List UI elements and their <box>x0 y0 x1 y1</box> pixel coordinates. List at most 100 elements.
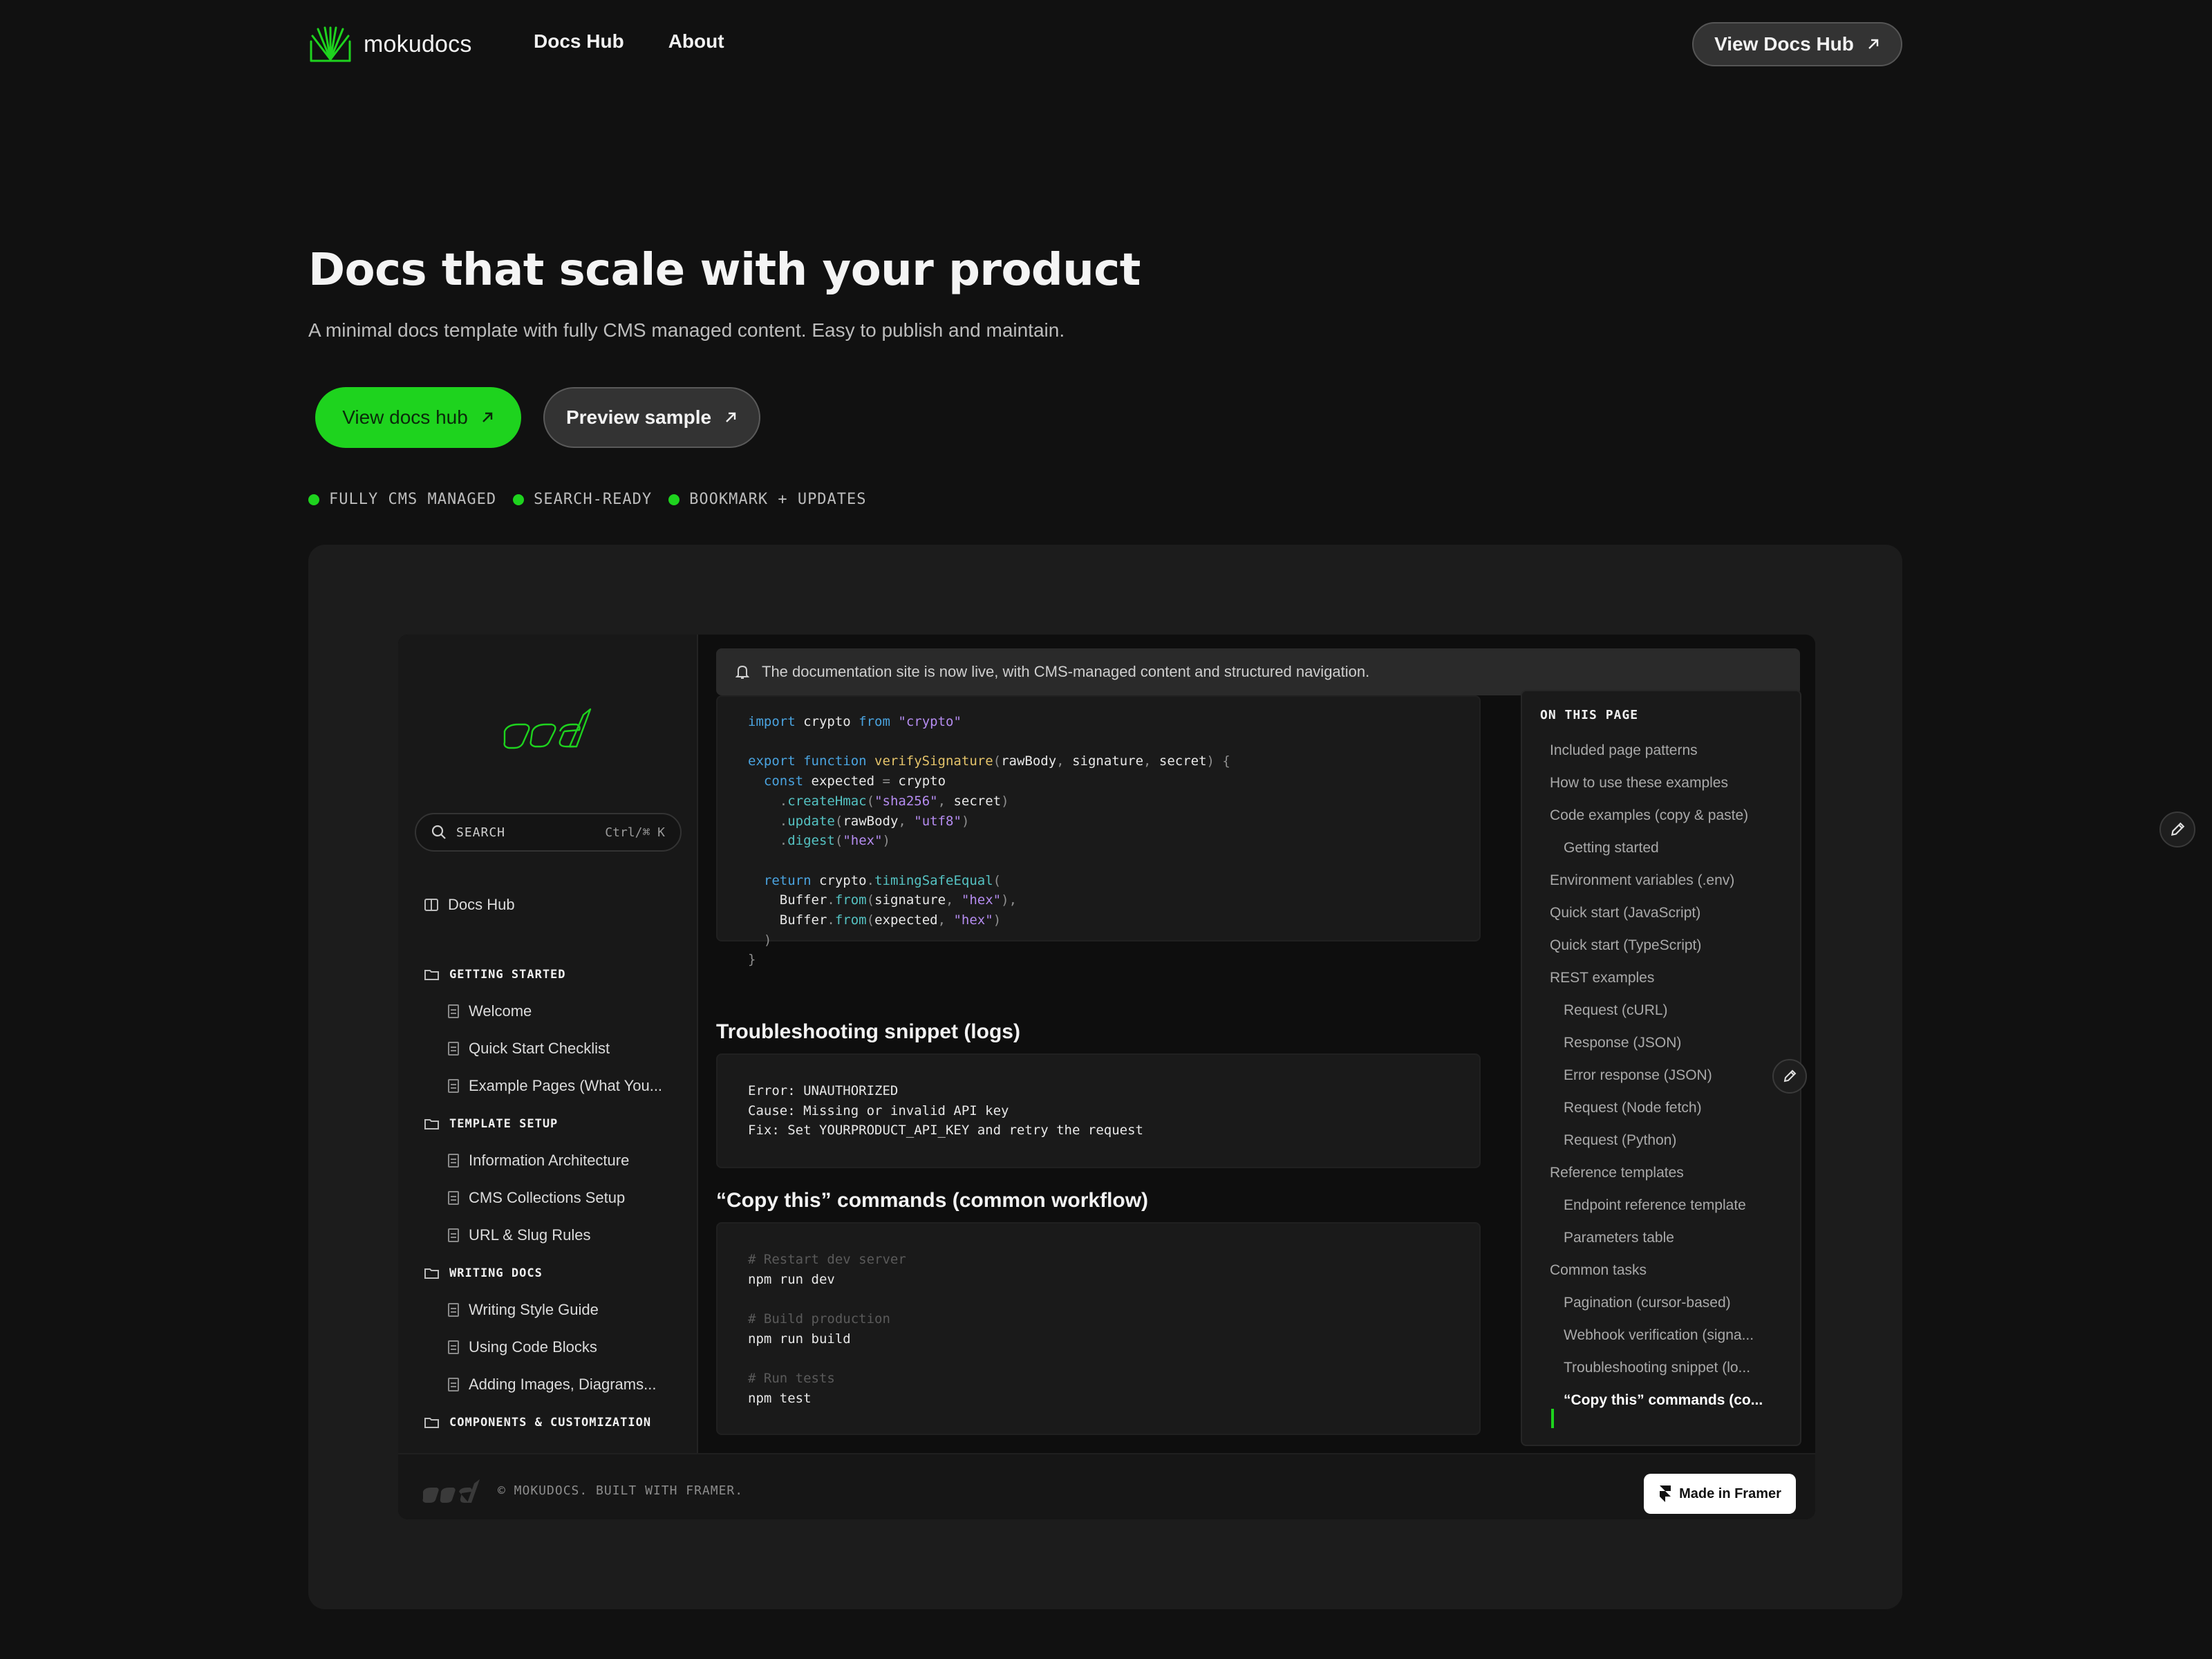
sidebar-item-cms-collections-setup[interactable]: CMS Collections Setup <box>448 1189 625 1207</box>
folder-icon <box>424 1119 439 1130</box>
toc-item[interactable]: Common tasks <box>1550 1262 1647 1279</box>
code-line: Fix: Set YOURPRODUCT_API_KEY and retry t… <box>748 1123 1143 1138</box>
search-icon <box>431 825 446 839</box>
footer-copyright: © MOKUDOCS. BUILT WITH FRAMER. <box>498 1483 744 1498</box>
hero-title: Docs that scale with your product <box>308 245 1141 296</box>
toc-item-active[interactable]: “Copy this” commands (co... <box>1564 1392 1763 1409</box>
sidebar-item-label: URL & Slug Rules <box>469 1226 591 1244</box>
toc-item[interactable]: Response (JSON) <box>1564 1035 1681 1051</box>
document-icon <box>448 1079 459 1093</box>
preview-footer: © MOKUDOCS. BUILT WITH FRAMER. Made in F… <box>398 1453 1815 1519</box>
sidebar-item-label: Docs Hub <box>448 896 515 913</box>
view-docs-hub-button[interactable]: View Docs Hub <box>1692 22 1902 66</box>
sidebar-item-label: Adding Images, Diagrams... <box>469 1376 657 1393</box>
code-line: npm test <box>748 1390 812 1406</box>
secondary-button-label: Preview sample <box>565 406 712 428</box>
document-icon <box>448 1378 459 1391</box>
document-icon <box>448 1191 459 1205</box>
folder-icon <box>424 1418 439 1428</box>
sidebar-section-title: TEMPLATE SETUP <box>449 1117 559 1131</box>
toc-item[interactable]: Environment variables (.env) <box>1550 872 1734 889</box>
search-placeholder: SEARCH <box>456 825 506 840</box>
feature-label: FULLY CMS MANAGED <box>329 491 497 508</box>
edit-button[interactable] <box>1772 1059 1807 1094</box>
pencil-icon <box>1783 1069 1797 1082</box>
document-icon <box>448 1303 459 1317</box>
preview-sample-button[interactable]: Preview sample <box>543 387 760 448</box>
toc-item[interactable]: Quick start (JavaScript) <box>1550 905 1700 921</box>
document-icon <box>448 1154 459 1168</box>
search-input[interactable]: SEARCH Ctrl/⌘ K <box>415 813 682 852</box>
status-dot-icon <box>308 494 319 505</box>
nav-link-about[interactable]: About <box>668 30 724 53</box>
heading-troubleshooting: Troubleshooting snippet (logs) <box>716 1020 1020 1043</box>
sidebar-section-title: WRITING DOCS <box>449 1266 543 1280</box>
toc-item[interactable]: Request (Node fetch) <box>1564 1100 1702 1116</box>
top-navigation: mokudocs Docs Hub About View Docs Hub <box>0 0 2212 88</box>
code-line: Cause: Missing or invalid API key <box>748 1103 1009 1118</box>
sidebar-section-writing-docs[interactable]: WRITING DOCS <box>424 1266 543 1280</box>
sidebar-item-information-architecture[interactable]: Information Architecture <box>448 1152 629 1170</box>
feature-list: FULLY CMS MANAGED SEARCH-READY BOOKMARK … <box>308 491 867 508</box>
arrow-up-right-icon <box>726 412 736 422</box>
sidebar-section-title: GETTING STARTED <box>449 968 566 982</box>
code-comment: # Restart dev server <box>748 1252 906 1267</box>
code-comment: # Run tests <box>748 1371 835 1387</box>
toc-item[interactable]: Reference templates <box>1550 1165 1684 1181</box>
sidebar-section-title: COMPONENTS & CUSTOMIZATION <box>449 1416 652 1430</box>
sidebar-item-label: Welcome <box>469 1002 532 1020</box>
pencil-icon <box>2171 822 2185 836</box>
feature-item: SEARCH-READY <box>513 491 652 508</box>
toc-item[interactable]: Troubleshooting snippet (lo... <box>1564 1360 1750 1376</box>
sidebar-item-url-slug-rules[interactable]: URL & Slug Rules <box>448 1226 590 1244</box>
toc-item[interactable]: Request (Python) <box>1564 1132 1676 1149</box>
sidebar-section-template-setup[interactable]: TEMPLATE SETUP <box>424 1117 558 1131</box>
toc-item[interactable]: How to use these examples <box>1550 775 1728 791</box>
sidebar-item-example-pages[interactable]: Example Pages (What You... <box>448 1077 662 1095</box>
sidebar-item-adding-images[interactable]: Adding Images, Diagrams... <box>448 1376 656 1394</box>
brand-link[interactable]: mokudocs <box>308 26 472 62</box>
toc-item[interactable]: REST examples <box>1550 970 1654 986</box>
arrow-up-right-icon <box>1868 39 1879 49</box>
sidebar-item-label: Writing Style Guide <box>469 1301 599 1318</box>
sidebar-item-quick-start-checklist[interactable]: Quick Start Checklist <box>448 1040 610 1058</box>
code-block-commands: # Restart dev server npm run dev # Build … <box>716 1222 1481 1435</box>
active-indicator <box>1551 1409 1554 1428</box>
code-comment: # Build production <box>748 1311 890 1327</box>
arrow-up-right-icon <box>482 412 492 422</box>
primary-button-label: View docs hub <box>342 406 468 428</box>
toc-item[interactable]: Error response (JSON) <box>1564 1067 1712 1084</box>
view-docs-hub-label: View Docs Hub <box>1714 33 1854 55</box>
toc-item[interactable]: Code examples (copy & paste) <box>1550 807 1748 824</box>
sidebar-section-components[interactable]: COMPONENTS & CUSTOMIZATION <box>424 1416 651 1430</box>
document-icon <box>448 1228 459 1242</box>
sidebar-item-label: Quick Start Checklist <box>469 1040 610 1057</box>
sidebar-item-using-code-blocks[interactable]: Using Code Blocks <box>448 1338 597 1356</box>
toc-item[interactable]: Webhook verification (signa... <box>1564 1327 1754 1344</box>
folder-icon <box>424 970 439 980</box>
page-edit-button[interactable] <box>2159 812 2195 847</box>
toc-item[interactable]: Request (cURL) <box>1564 1002 1668 1019</box>
toc-item[interactable]: Pagination (cursor-based) <box>1564 1295 1731 1311</box>
code-line: npm run build <box>748 1331 851 1347</box>
view-docs-hub-primary-button[interactable]: View docs hub <box>315 387 521 448</box>
sidebar-item-welcome[interactable]: Welcome <box>448 1002 532 1020</box>
code-block-webhook: import crypto from "crypto" export funct… <box>716 695 1481 967</box>
toc-item[interactable]: Endpoint reference template <box>1564 1197 1746 1214</box>
toc-title: ON THIS PAGE <box>1540 708 1639 722</box>
sidebar-section-getting-started[interactable]: GETTING STARTED <box>424 968 566 982</box>
toc-item[interactable]: Getting started <box>1564 840 1659 856</box>
book-logo-icon <box>310 26 351 62</box>
sidebar-item-writing-style-guide[interactable]: Writing Style Guide <box>448 1301 599 1319</box>
toc-item[interactable]: Parameters table <box>1564 1230 1674 1246</box>
sidebar-item-label: Example Pages (What You... <box>469 1077 663 1094</box>
on-this-page-panel: ON THIS PAGE Included page patterns How … <box>1521 690 1801 1446</box>
made-in-framer-badge[interactable]: Made in Framer <box>1644 1474 1796 1514</box>
toc-item[interactable]: Included page patterns <box>1550 742 1698 759</box>
nav-link-docs-hub[interactable]: Docs Hub <box>534 30 624 53</box>
brand-name: mokudocs <box>364 30 472 57</box>
book-icon <box>424 899 438 911</box>
code-line: Error: UNAUTHORIZED <box>748 1083 899 1098</box>
sidebar-item-docs-hub[interactable]: Docs Hub <box>424 896 515 914</box>
toc-item[interactable]: Quick start (TypeScript) <box>1550 937 1701 954</box>
